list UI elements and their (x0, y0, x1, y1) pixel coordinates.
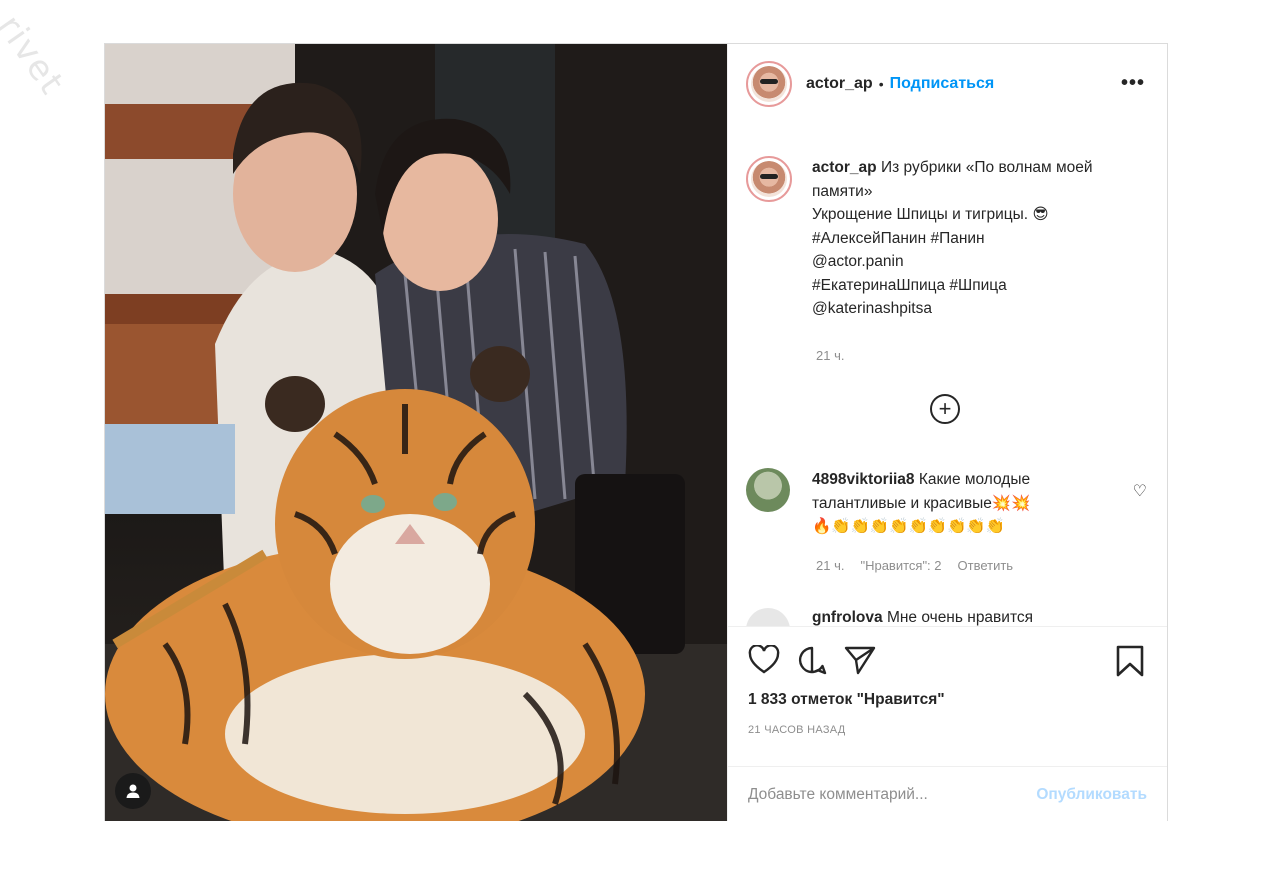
more-options-icon[interactable]: ••• (1121, 72, 1145, 95)
caption-text: actor_ap Из рубрики «По волнам моей памя… (812, 156, 1122, 321)
caption-username[interactable]: actor_ap (812, 159, 877, 176)
likes-count[interactable]: 1 833 отметок "Нравится" (748, 691, 945, 709)
commenter-username[interactable]: gnfrolova (812, 609, 883, 626)
jeans (105, 424, 235, 514)
bookmark-button[interactable] (1115, 645, 1145, 677)
post-actions: 1 833 отметок "Нравится" 21 ЧАСОВ НАЗАД … (728, 626, 1167, 822)
instagram-post: actor_ap • Подписаться ••• actor_ap Из р… (104, 43, 1168, 822)
comment-emoji: 🔥👏👏👏👏👏👏👏👏👏 (812, 518, 1005, 535)
publish-button[interactable]: Опубликовать (1036, 786, 1147, 804)
caption-avatar[interactable] (746, 156, 792, 202)
caption-time: 21 ч. (816, 348, 845, 363)
mention[interactable]: @katerinashpitsa (812, 300, 932, 317)
comment-likes[interactable]: "Нравится": 2 (860, 558, 941, 573)
watermark: rivet (0, 8, 73, 103)
comment-text: 4898viktoriia8 Какие молодые талантливые… (812, 468, 1102, 539)
commenter-username[interactable]: 4898viktoriia8 (812, 471, 915, 488)
user-tag-icon (126, 784, 140, 798)
post-photo[interactable] (105, 44, 727, 821)
add-comment-bar: Добавьте комментарий... Опубликовать (728, 766, 1167, 822)
heart-icon[interactable] (748, 645, 780, 675)
plus-icon: + (938, 396, 952, 421)
comment-input[interactable]: Добавьте комментарий... (748, 786, 1036, 804)
post-timestamp: 21 ЧАСОВ НАЗАД (748, 724, 846, 736)
separator-dot: • (878, 76, 884, 92)
comment-meta: 21 ч. "Нравится": 2 Ответить (816, 558, 1013, 573)
mention[interactable]: @actor.panin (812, 253, 904, 270)
bookmark-icon (1116, 645, 1144, 677)
comment-icon[interactable] (796, 645, 828, 675)
comment-time: 21 ч. (816, 558, 845, 573)
author-avatar[interactable] (746, 61, 792, 107)
commenter-avatar[interactable] (746, 608, 790, 626)
hashtags[interactable]: #ЕкатеринаШпица #Шпица (812, 277, 1007, 294)
comment-like-heart-icon[interactable]: ♡ (1133, 481, 1147, 501)
user-tag-button[interactable] (115, 773, 151, 809)
share-icon[interactable] (844, 645, 876, 675)
action-icons (748, 645, 876, 675)
photo-illustration (105, 44, 727, 821)
comment: gnfrolova Мне очень нравится (746, 606, 1146, 626)
follow-button[interactable]: Подписаться (890, 75, 995, 93)
commenter-avatar[interactable] (746, 468, 790, 512)
post-header: actor_ap • Подписаться ••• (728, 44, 1167, 124)
post-sidebar: actor_ap • Подписаться ••• actor_ap Из р… (727, 44, 1167, 822)
hashtags[interactable]: #АлексейПанин #Панин (812, 230, 985, 247)
caption-line: Укрощение Шпицы и тигрицы. 😎 (812, 206, 1049, 223)
comment: 4898viktoriia8 Какие молодые талантливые… (746, 468, 1146, 539)
author-username[interactable]: actor_ap (806, 75, 873, 93)
reply-button[interactable]: Ответить (958, 558, 1014, 573)
post-caption: actor_ap Из рубрики «По волнам моей памя… (746, 156, 1146, 321)
comment-body: Мне очень нравится (886, 609, 1034, 626)
load-more-comments-button[interactable]: + (930, 394, 960, 424)
comment-text: gnfrolova Мне очень нравится (812, 606, 1033, 626)
